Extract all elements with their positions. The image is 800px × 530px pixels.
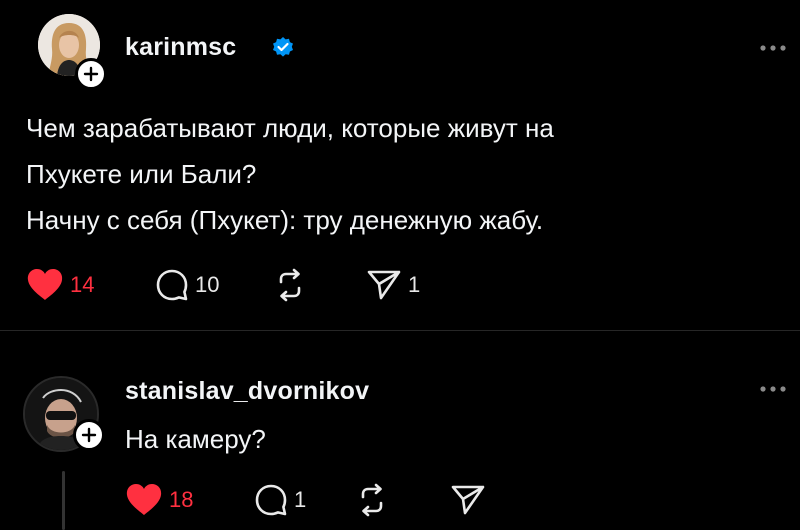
username[interactable]: stanislav_dvornikov bbox=[125, 377, 369, 406]
like-count: 14 bbox=[70, 272, 95, 297]
thread-line bbox=[62, 471, 65, 530]
comment-icon bbox=[255, 484, 287, 516]
follow-button[interactable] bbox=[73, 419, 105, 451]
heart-icon bbox=[126, 484, 162, 515]
username[interactable]: karinmsc bbox=[125, 33, 236, 62]
more-icon[interactable] bbox=[759, 44, 787, 52]
thread-post: karinmsc Чем зарабатывают люди, которые … bbox=[0, 0, 800, 330]
reply-button[interactable]: 1 bbox=[254, 483, 306, 517]
avatar[interactable] bbox=[38, 14, 107, 90]
follow-button[interactable] bbox=[75, 58, 107, 90]
reply-count: 10 bbox=[195, 272, 220, 297]
share-count: 1 bbox=[408, 272, 421, 297]
share-button[interactable]: 1 bbox=[366, 268, 420, 302]
like-count: 18 bbox=[169, 487, 194, 512]
more-icon[interactable] bbox=[759, 385, 787, 393]
plus-icon bbox=[81, 427, 97, 443]
like-button[interactable]: 18 bbox=[125, 483, 193, 517]
thread-reply: stanislav_dvornikov На камеру? 18 1 bbox=[0, 331, 800, 530]
post-text-line: Чем зарабатывают люди, которые живут на bbox=[26, 113, 554, 143]
post-text-line: На камеру? bbox=[125, 424, 266, 454]
post-text-line: Пхукете или Бали? bbox=[26, 159, 257, 189]
repost-button[interactable] bbox=[354, 483, 390, 517]
repost-icon bbox=[279, 268, 301, 302]
avatar[interactable] bbox=[23, 376, 105, 456]
plus-icon bbox=[83, 66, 99, 82]
repost-button[interactable] bbox=[272, 268, 308, 302]
comment-icon bbox=[156, 269, 188, 301]
repost-icon bbox=[361, 483, 383, 517]
like-button[interactable]: 14 bbox=[26, 268, 94, 302]
post-text-line: Начну с себя (Пхукет): тру денежную жабу… bbox=[26, 205, 544, 235]
reply-button[interactable]: 10 bbox=[155, 268, 219, 302]
share-icon bbox=[367, 270, 401, 300]
reply-count: 1 bbox=[294, 487, 307, 512]
share-icon bbox=[451, 485, 485, 515]
verified-badge-icon bbox=[273, 37, 293, 57]
heart-icon bbox=[27, 269, 63, 300]
share-button[interactable] bbox=[450, 483, 486, 517]
